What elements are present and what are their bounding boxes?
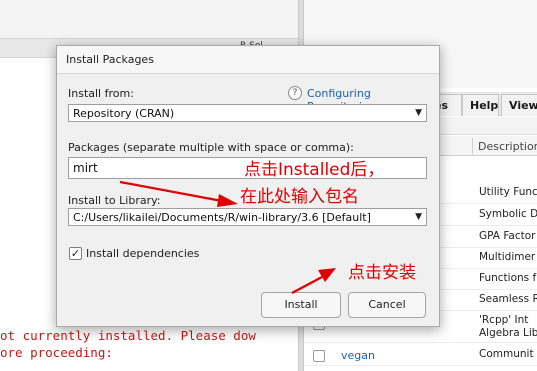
cancel-button[interactable]: Cancel xyxy=(348,292,426,318)
package-description: Utility Func xyxy=(479,186,537,198)
console-line: ot currently installed. Please dow xyxy=(0,328,256,343)
annotation-enter-package: 在此处输入包名 xyxy=(240,187,359,207)
tab-help[interactable]: Help xyxy=(462,94,499,116)
annotation-click-install: 点击安装 xyxy=(348,263,416,283)
install-from-value: Repository (CRAN) xyxy=(73,107,175,120)
packages-label: Packages (separate multiple with space o… xyxy=(68,141,354,154)
console-output: ot currently installed. Please dow ore p… xyxy=(0,327,256,361)
library-select[interactable]: C:/Users/likailei/Documents/R/win-librar… xyxy=(68,208,427,226)
dialog-title: Install Packages xyxy=(66,53,154,66)
table-row: vegan Communit xyxy=(304,345,537,366)
package-description: Symbolic D xyxy=(479,208,537,220)
install-dependencies-checkbox[interactable]: ✓ xyxy=(69,247,82,260)
package-description: Seamless R xyxy=(479,293,537,305)
package-description: Multidimer xyxy=(479,251,536,263)
package-name[interactable]: vegan xyxy=(341,349,375,362)
package-description: 'Rcpp' Int Algebra Lib xyxy=(479,314,537,339)
chevron-down-icon: ▼ xyxy=(415,212,422,222)
packages-input-value: mirt xyxy=(73,161,98,175)
chevron-down-icon: ▼ xyxy=(415,108,422,118)
tab-viewer[interactable]: View xyxy=(501,94,537,116)
install-button[interactable]: Install xyxy=(261,292,341,318)
editor-area xyxy=(0,0,298,38)
description-header[interactable]: Description xyxy=(478,140,537,153)
package-description: GPA Factor xyxy=(479,230,536,242)
package-description: Communit xyxy=(479,348,534,360)
library-value: C:/Users/likailei/Documents/R/win-librar… xyxy=(73,211,371,224)
package-description: Functions f xyxy=(479,272,537,284)
install-from-label: Install from: xyxy=(68,87,134,100)
dialog-titlebar: Install Packages xyxy=(57,46,439,74)
column-divider xyxy=(472,138,473,154)
library-label: Install to Library: xyxy=(68,194,161,207)
install-from-select[interactable]: Repository (CRAN) ▼ xyxy=(68,104,427,122)
console-line: ore proceeding: xyxy=(0,345,113,360)
help-icon[interactable]: ? xyxy=(288,86,302,100)
annotation-click-installed: 点击Installed后， xyxy=(244,160,385,180)
package-checkbox[interactable] xyxy=(313,350,325,362)
install-dependencies-label[interactable]: Install dependencies xyxy=(86,247,199,260)
